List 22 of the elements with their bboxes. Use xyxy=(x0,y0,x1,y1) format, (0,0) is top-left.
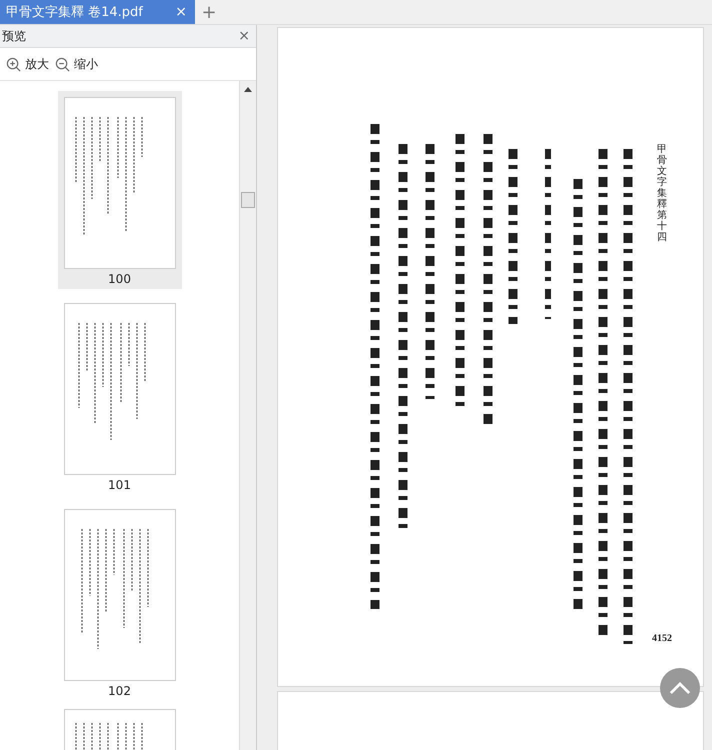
zoom-out-button[interactable]: 缩小 xyxy=(55,56,98,72)
chevron-up-icon xyxy=(669,682,691,694)
panel-title: 预览 xyxy=(2,28,26,44)
page-thumbnail[interactable]: 100 xyxy=(58,91,182,289)
page-number: 100 xyxy=(108,271,131,287)
zoom-in-icon xyxy=(6,56,21,72)
page-header: 甲骨文字集釋第十四 xyxy=(657,144,667,243)
page-number: 101 xyxy=(108,477,131,493)
page-number: 4152 xyxy=(652,633,672,644)
document-tab[interactable]: 甲骨文字集釋 卷14.pdf × xyxy=(0,0,195,24)
new-tab-button[interactable]: + xyxy=(195,0,223,24)
page-thumbnail[interactable]: 101 xyxy=(58,297,182,495)
zoom-out-icon xyxy=(55,56,70,72)
scroll-up-icon[interactable] xyxy=(244,87,252,92)
scroll-thumb[interactable] xyxy=(241,192,255,208)
scrollbar[interactable] xyxy=(239,81,256,750)
close-tab-button[interactable]: × xyxy=(175,4,187,20)
page-thumbnail[interactable]: 102 xyxy=(58,503,182,701)
page-number: 102 xyxy=(108,683,131,699)
close-panel-button[interactable]: × xyxy=(238,28,250,44)
zoom-in-button[interactable]: 放大 xyxy=(6,56,49,72)
tab-title: 甲骨文字集釋 卷14.pdf xyxy=(6,4,143,21)
